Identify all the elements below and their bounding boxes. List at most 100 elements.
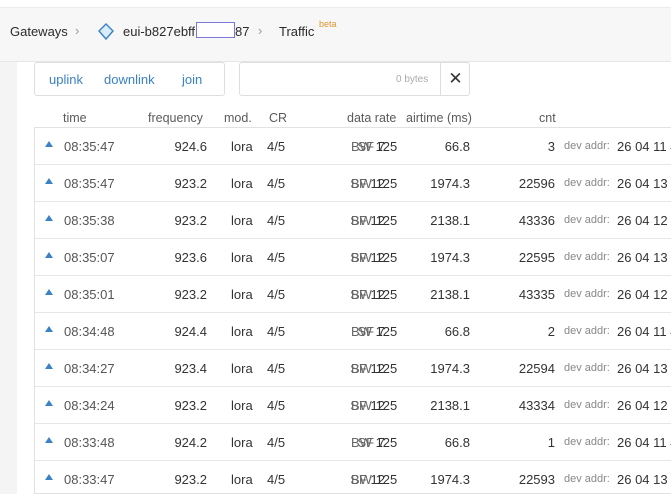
cell-frequency: 923.2 <box>174 176 207 191</box>
uplink-arrow-icon <box>45 215 53 221</box>
uplink-arrow-icon <box>45 141 53 147</box>
header-cnt: cnt <box>539 111 556 125</box>
table-row[interactable]: 08:34:48 924.4 lora 4/5 SF 7 BW 125 66.8 2 dev a… <box>35 313 671 350</box>
breadcrumb-eui-suffix[interactable]: 87 <box>235 24 249 39</box>
tab-downlink[interactable]: downlink <box>104 72 155 87</box>
cell-frequency: 923.2 <box>174 398 207 413</box>
tab-join[interactable]: join <box>182 72 202 87</box>
uplink-arrow-icon <box>45 437 53 443</box>
cell-dev-addr: 26 04 11 4 <box>617 435 671 450</box>
dev-addr-label: dev addr: <box>564 325 610 337</box>
cell-time: 08:33:48 <box>64 435 115 450</box>
header-airtime: airtime (ms) <box>406 111 472 125</box>
cell-bandwidth: BW 125 <box>351 361 397 376</box>
cell-bandwidth: BW 125 <box>351 324 397 339</box>
chevron-right-icon: › <box>75 23 80 38</box>
table-row[interactable]: 08:33:48 924.2 lora 4/5 SF 7 BW 125 66.8 1 dev a… <box>35 424 671 461</box>
cell-dev-addr: 26 04 13 4 <box>617 176 671 191</box>
dev-addr-label: dev addr: <box>564 399 610 411</box>
dev-addr-label: dev addr: <box>564 288 610 300</box>
cell-frequency: 923.4 <box>174 361 207 376</box>
cell-dev-addr: 26 04 11 4 <box>617 139 671 154</box>
cell-airtime: 66.8 <box>444 324 470 339</box>
cell-airtime: 66.8 <box>444 139 470 154</box>
cell-counter: 43335 <box>518 287 555 302</box>
bw-value: 125 <box>375 176 398 191</box>
cell-bandwidth: BW 125 <box>351 250 397 265</box>
uplink-arrow-icon <box>45 363 53 369</box>
top-stripe <box>0 0 671 8</box>
breadcrumb-traffic: Traffic <box>279 24 315 39</box>
table-row[interactable]: 08:35:38 923.2 lora 4/5 SF 12 BW 125 2138.1 433… <box>35 202 671 239</box>
bw-value: 125 <box>375 250 398 265</box>
table-row[interactable]: 08:34:24 923.2 lora 4/5 SF 12 BW 125 2138.1 433… <box>35 387 671 424</box>
cell-counter: 22595 <box>518 250 555 265</box>
cell-modulation: lora <box>231 472 253 487</box>
bytes-counter: 0 bytes ✕ <box>239 62 470 96</box>
dev-addr-label: dev addr: <box>564 177 610 189</box>
cell-airtime: 2138.1 <box>430 398 470 413</box>
cell-counter: 1 <box>547 435 555 450</box>
bytes-label: 0 bytes <box>396 74 429 85</box>
cell-coding-rate: 4/5 <box>267 287 286 302</box>
cell-airtime: 2138.1 <box>430 213 470 228</box>
cell-frequency: 923.2 <box>174 213 207 228</box>
uplink-arrow-icon <box>45 474 53 480</box>
breadcrumb-gateways[interactable]: Gateways <box>10 24 68 39</box>
cell-coding-rate: 4/5 <box>267 250 286 265</box>
bw-value: 125 <box>375 398 398 413</box>
header-frequency: frequency <box>148 111 203 125</box>
cell-time: 08:34:24 <box>64 398 115 413</box>
table-row[interactable]: 08:35:07 923.6 lora 4/5 SF 12 BW 125 1974.3 225… <box>35 239 671 276</box>
cell-modulation: lora <box>231 398 253 413</box>
chevron-right-icon: › <box>258 23 263 38</box>
cell-modulation: lora <box>231 213 253 228</box>
message-type-tabs: uplink downlink join <box>34 62 225 96</box>
bw-value: 125 <box>375 472 398 487</box>
bw-value: 125 <box>375 287 398 302</box>
cell-time: 08:35:01 <box>64 287 115 302</box>
bw-value: 125 <box>375 139 398 154</box>
cell-frequency: 924.4 <box>174 324 207 339</box>
cell-bandwidth: BW 125 <box>351 213 397 228</box>
header-mod: mod. <box>224 111 252 125</box>
cell-bandwidth: BW 125 <box>351 472 397 487</box>
tab-uplink[interactable]: uplink <box>49 72 83 87</box>
table-row[interactable]: 08:35:01 923.2 lora 4/5 SF 12 BW 125 2138.1 433… <box>35 276 671 313</box>
cell-coding-rate: 4/5 <box>267 435 286 450</box>
cell-bandwidth: BW 125 <box>351 176 397 191</box>
uplink-arrow-icon <box>45 252 53 258</box>
clear-button[interactable]: ✕ <box>440 63 470 95</box>
table-row[interactable]: 08:35:47 924.6 lora 4/5 SF 7 BW 125 66.8 3 dev a… <box>35 128 671 165</box>
uplink-arrow-icon <box>45 289 53 295</box>
cell-time: 08:33:47 <box>64 472 115 487</box>
cell-counter: 22596 <box>518 176 555 191</box>
cell-dev-addr: 26 04 12 3 <box>617 213 671 228</box>
cell-dev-addr: 26 04 13 4 <box>617 472 671 487</box>
cell-frequency: 924.6 <box>174 139 207 154</box>
cell-counter: 43334 <box>518 398 555 413</box>
cell-coding-rate: 4/5 <box>267 324 286 339</box>
cell-dev-addr: 26 04 12 3 <box>617 398 671 413</box>
cell-time: 08:35:38 <box>64 213 115 228</box>
table-row[interactable]: 08:33:47 923.2 lora 4/5 SF 12 BW 125 1974.3 225… <box>35 461 671 494</box>
cell-airtime: 1974.3 <box>430 176 470 191</box>
breadcrumb-eui-prefix[interactable]: eui-b827ebff <box>123 24 195 39</box>
cell-coding-rate: 4/5 <box>267 176 286 191</box>
bw-key: BW <box>351 287 372 302</box>
cell-dev-addr: 26 04 13 4 <box>617 361 671 376</box>
cell-airtime: 66.8 <box>444 435 470 450</box>
bw-key: BW <box>351 472 372 487</box>
table-row[interactable]: 08:35:47 923.2 lora 4/5 SF 12 BW 125 1974.3 225… <box>35 165 671 202</box>
cell-airtime: 1974.3 <box>430 472 470 487</box>
bw-value: 125 <box>375 213 398 228</box>
cell-coding-rate: 4/5 <box>267 472 286 487</box>
dev-addr-label: dev addr: <box>564 140 610 152</box>
table-row[interactable]: 08:34:27 923.4 lora 4/5 SF 12 BW 125 1974.3 225… <box>35 350 671 387</box>
dev-addr-label: dev addr: <box>564 362 610 374</box>
header-time: time <box>63 111 87 125</box>
bw-key: BW <box>351 361 372 376</box>
uplink-arrow-icon <box>45 400 53 406</box>
dev-addr-label: dev addr: <box>564 214 610 226</box>
cell-airtime: 1974.3 <box>430 361 470 376</box>
